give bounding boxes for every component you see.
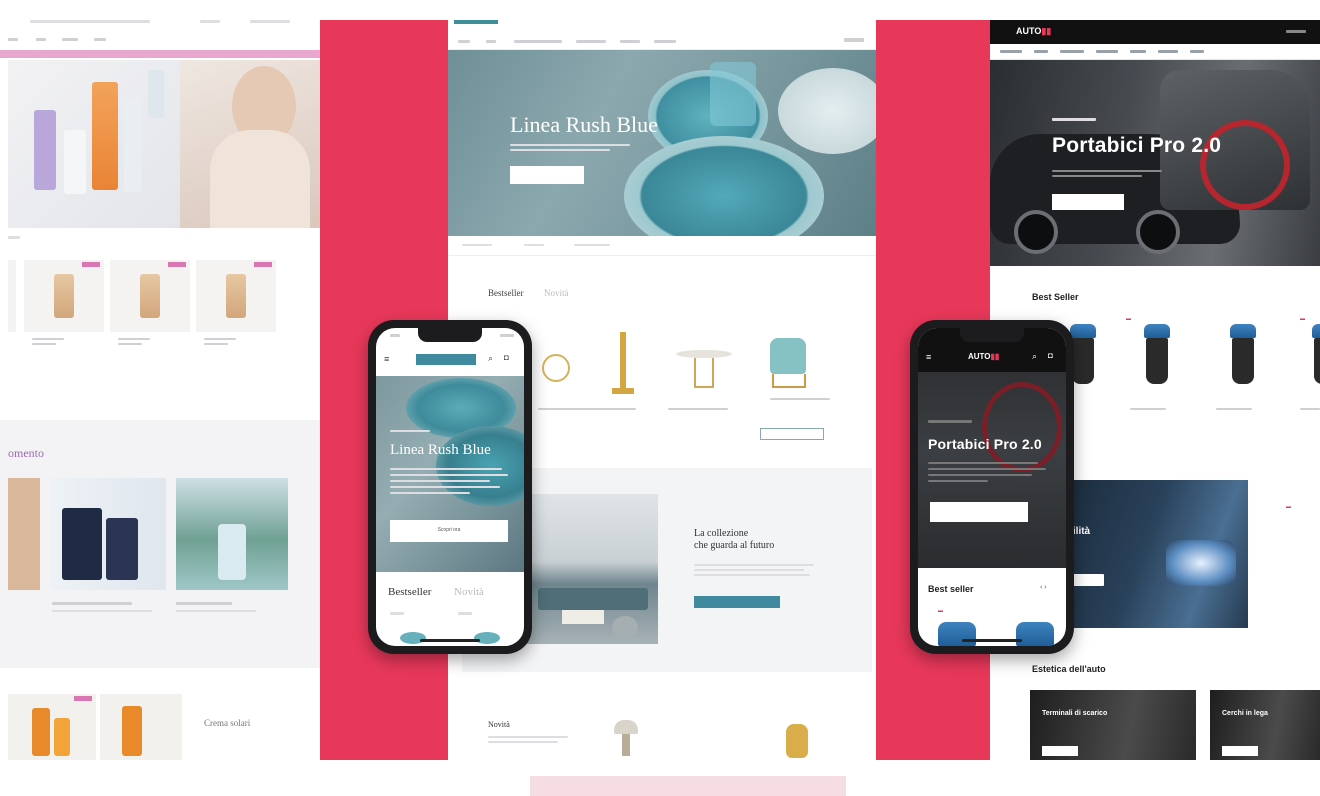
homeware-add-to-cart-button[interactable] [760,428,824,440]
phone-automotive-cta-button[interactable] [930,502,1028,522]
cosmetics-gift-card[interactable] [176,478,288,590]
phone-homeware-logo[interactable] [416,354,476,365]
carousel-arrows-icon[interactable]: ‹ › [1040,584,1047,591]
automotive-top-nav: AUTO▮▮ [990,20,1320,44]
automotive-logo[interactable]: AUTO▮▮ [1016,26,1051,37]
cosmetics-product-card[interactable] [196,260,276,332]
homeware-hero-cta-button[interactable] [510,166,584,184]
automotive-hero-cta-button[interactable] [1052,194,1124,210]
homeware-product-flamingo[interactable] [608,332,638,398]
showcase-stage: omento Crema solari Linea Rush Blue Best… [0,0,1320,796]
phone-tab-bestseller[interactable]: Bestseller [388,586,431,598]
homeware-product-chair[interactable] [766,338,812,394]
phone-automotive-hero [918,372,1066,568]
homeware-hero-banner [448,50,876,236]
cosmetics-gift-card[interactable] [50,478,166,590]
caption-bar [530,776,846,796]
automotive-category-card-wheels[interactable]: Cerchi in lega [1210,690,1320,760]
homeware-collection-button[interactable] [694,596,780,608]
phone-homeware-cta-button[interactable]: Scopri ora [390,520,508,542]
phone-screen-automotive: ≡ AUTO▮▮ ⌕ ◘ Portabici Pro 2.0 Best sell… [918,328,1066,646]
cosmetics-hero-products [8,60,180,228]
cosmetics-section-title: omento [8,446,44,460]
search-icon[interactable]: ⌕ [488,353,493,364]
cart-icon[interactable]: ◘ [504,353,509,362]
automotive-product-card[interactable] [1226,324,1260,384]
automotive-category-card-exhaust[interactable]: Terminali di scarico [1030,690,1196,760]
tab-novita[interactable]: Novità [544,288,569,298]
homeware-collection-title: La collezione che guarda al futuro [694,528,775,551]
cosmetics-sun-card[interactable] [100,694,182,760]
homeware-nav [448,20,876,50]
automotive-hero-title: Portabici Pro 2.0 [1052,134,1222,157]
automotive-promo-banner [1056,480,1248,628]
phone-homeware-hero-title: Linea Rush Blue [390,442,491,458]
cosmetics-hero-model [180,60,320,228]
tab-bestseller[interactable]: Bestseller [488,288,524,298]
phone-mockup-homeware: ≡ ⌕ ◘ Linea Rush Blue Scopri ora Bestsel… [368,320,532,654]
cosmetics-sun-card[interactable] [8,694,96,760]
automotive-sub-nav [990,44,1320,60]
homeware-novita-title: Novità [488,720,510,729]
phone-automotive-hero-title: Portabici Pro 2.0 [928,436,1042,452]
hamburger-icon[interactable]: ≡ [384,354,389,364]
phone-automotive-best-seller: Best seller [928,584,974,594]
homeware-hero-title: Linea Rush Blue [510,112,658,137]
automotive-product-card[interactable] [1308,324,1320,384]
cosmetics-product-card[interactable] [110,260,190,332]
automotive-estetica-title: Estetica dell'auto [1032,664,1106,674]
phone-tab-novita[interactable]: Novità [454,586,484,598]
cart-icon[interactable]: ◘ [1048,351,1053,360]
automotive-best-seller-title: Best Seller [1032,292,1079,302]
homeware-sub-nav [448,236,876,256]
homeware-product-vase[interactable] [786,724,808,758]
cosmetics-sun-title: Crema solari [204,718,251,728]
phone-screen-homeware: ≡ ⌕ ◘ Linea Rush Blue Scopri ora Bestsel… [376,328,524,646]
cosmetics-product-card[interactable] [8,260,16,332]
automotive-product-card[interactable] [1140,324,1174,384]
automotive-hero-banner [990,60,1320,266]
phone-product-card[interactable] [1016,622,1054,646]
cosmetics-product-card[interactable] [24,260,104,332]
homeware-product-table[interactable] [676,350,732,392]
homeware-product-lamp-2[interactable] [612,720,640,756]
phone-automotive-logo[interactable]: AUTO▮▮ [968,352,999,361]
phone-product-card[interactable] [938,622,976,646]
homeware-product-lamp[interactable] [538,342,578,398]
homeware-logo [454,20,498,24]
cosmetics-gift-card[interactable] [8,478,40,590]
cosmetics-site-screenshot: omento Crema solari [0,20,320,760]
phone-mockup-automotive: ≡ AUTO▮▮ ⌕ ◘ Portabici Pro 2.0 Best sell… [910,320,1074,654]
cosmetics-promo-bar [0,50,320,58]
cosmetics-top-bar [0,20,320,48]
homeware-collection-image [518,494,658,644]
search-icon[interactable]: ⌕ [1032,351,1037,362]
hamburger-icon[interactable]: ≡ [926,352,931,362]
